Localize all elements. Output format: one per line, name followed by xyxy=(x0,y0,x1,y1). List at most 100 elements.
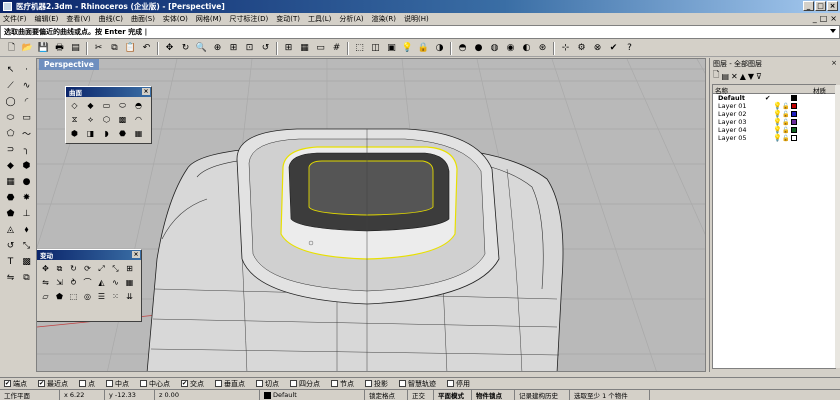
menu-edit[interactable]: 编辑(E) xyxy=(35,14,59,24)
construction-plane-icon[interactable]: ▭ xyxy=(313,41,328,56)
child-restore-button[interactable]: □ xyxy=(820,14,828,23)
menu-dimension[interactable]: 尺寸标注(D) xyxy=(229,14,268,24)
osnap-option[interactable]: 中心点 xyxy=(140,379,170,389)
child-close-button[interactable]: × xyxy=(830,14,837,23)
layer-row[interactable]: Layer 03 💡 🔓 xyxy=(713,118,835,126)
menu-mesh[interactable]: 网格(M) xyxy=(196,14,222,24)
scale-2d-icon[interactable]: ⤡ xyxy=(109,262,122,275)
scale-1d-icon[interactable]: ⤢ xyxy=(95,262,108,275)
cut-icon[interactable]: ✂ xyxy=(91,41,106,56)
zoom-icon[interactable]: 🔍 xyxy=(194,41,209,56)
mesh-icon[interactable]: ⬟ xyxy=(3,206,18,221)
flow-icon[interactable]: ∿ xyxy=(109,276,122,289)
environment-icon[interactable]: ◐ xyxy=(519,41,534,56)
menu-curve[interactable]: 曲线(C) xyxy=(99,14,123,24)
offset-icon[interactable]: ⊃ xyxy=(3,142,18,157)
osnap-option[interactable]: 点 xyxy=(79,379,95,389)
fillet-icon[interactable]: ╮ xyxy=(19,142,34,157)
plugin-icon[interactable]: ⊗ xyxy=(590,41,605,56)
menu-solid[interactable]: 实体(O) xyxy=(163,14,188,24)
maximize-button[interactable]: □ xyxy=(815,1,826,11)
layer-visible-bulb-icon[interactable]: 💡 xyxy=(773,126,782,134)
osnap-option[interactable]: ✔ 最近点 xyxy=(38,379,68,389)
surface-revolve-icon[interactable]: ◓ xyxy=(132,99,145,112)
point-icon[interactable]: · xyxy=(19,62,34,77)
dimension-icon[interactable]: ⊥ xyxy=(19,206,34,221)
undo-icon[interactable]: ↶ xyxy=(139,41,154,56)
polygon-icon[interactable]: ⬠ xyxy=(3,126,18,141)
mirror-icon[interactable]: ⇋ xyxy=(3,270,18,285)
osnap-option[interactable]: 智慧轨迹 xyxy=(399,379,436,389)
surface-panel-close-icon[interactable]: × xyxy=(142,88,150,95)
surface-icon[interactable]: ◆ xyxy=(3,158,18,173)
project-icon[interactable]: ⇊ xyxy=(123,290,136,303)
surface-network-icon[interactable]: ▩ xyxy=(116,113,129,126)
rotate-2d-icon[interactable]: ↻ xyxy=(67,262,80,275)
surface-planar-icon[interactable]: ▭ xyxy=(100,99,113,112)
status-grid-snap[interactable]: 锁定格点 xyxy=(365,389,408,400)
osnap-option[interactable]: 节点 xyxy=(331,379,354,389)
surface-unroll-icon[interactable]: ▦ xyxy=(132,127,145,140)
menu-surface[interactable]: 曲面(S) xyxy=(131,14,155,24)
layers-close-icon[interactable]: × xyxy=(831,59,837,67)
layer-lock-icon[interactable]: 🔓 xyxy=(782,103,791,110)
osnap-checkbox[interactable] xyxy=(256,380,263,387)
child-minimize-button[interactable]: _ xyxy=(813,14,817,23)
set-points-icon[interactable]: ⁙ xyxy=(109,290,122,303)
new-file-icon[interactable]: 🗋 xyxy=(4,41,19,56)
perspective-viewport[interactable]: Perspective 曲面 × ◇ ◆ ▭ ⬭ ◓ ⧖ ⟡ ⬡ ▩ ◠ ⬢ ◨… xyxy=(36,58,706,372)
split-icon[interactable]: ⬧ xyxy=(19,222,34,237)
free-curve-icon[interactable]: 〜 xyxy=(19,126,34,141)
menu-tools[interactable]: 工具(L) xyxy=(308,14,331,24)
surface-loft-icon[interactable]: ⧖ xyxy=(68,113,81,126)
osnap-checkbox[interactable]: ✔ xyxy=(181,380,188,387)
menu-analyze[interactable]: 分析(A) xyxy=(339,14,363,24)
bulb-icon[interactable]: 💡 xyxy=(400,41,415,56)
layer-filter-icon[interactable]: ⊽ xyxy=(756,72,762,81)
layer-visible-bulb-icon[interactable]: 💡 xyxy=(773,102,782,110)
osnap-option[interactable]: 切点 xyxy=(256,379,279,389)
surface-blend-icon[interactable]: ◠ xyxy=(132,113,145,126)
color-wheel-icon[interactable]: ◍ xyxy=(487,41,502,56)
zoom-extents-icon[interactable]: ⊞ xyxy=(226,41,241,56)
osnap-checkbox[interactable] xyxy=(140,380,147,387)
transform-panel-close-icon[interactable]: × xyxy=(132,251,140,258)
osnap-option[interactable]: 投影 xyxy=(365,379,388,389)
osnap-checkbox[interactable] xyxy=(331,380,338,387)
bend-icon[interactable]: ⌒ xyxy=(81,276,94,289)
rotate-icon[interactable]: ↺ xyxy=(3,238,18,253)
ellipse-icon[interactable]: ⬭ xyxy=(3,110,18,125)
move-layer-down-icon[interactable]: ▼ xyxy=(748,72,754,81)
layer-color-swatch[interactable] xyxy=(791,111,797,117)
select-icon[interactable]: ⬚ xyxy=(352,41,367,56)
surface-corner-icon[interactable]: ◇ xyxy=(68,99,81,112)
osnap-checkbox[interactable] xyxy=(215,380,222,387)
status-cplane[interactable]: 工作平面 xyxy=(0,389,60,400)
viewport-layout-icon[interactable]: ▦ xyxy=(297,41,312,56)
twist-icon[interactable]: ⥁ xyxy=(67,276,80,289)
status-current-layer[interactable]: Default xyxy=(260,389,365,400)
menu-render[interactable]: 渲染(R) xyxy=(372,14,396,24)
check-icon[interactable]: ✔ xyxy=(606,41,621,56)
layer-row[interactable]: Layer 01 💡 🔓 xyxy=(713,102,835,110)
osnap-checkbox[interactable] xyxy=(365,380,372,387)
device-model[interactable] xyxy=(146,128,564,372)
osnap-option[interactable]: 停用 xyxy=(447,379,470,389)
surface-panel-title[interactable]: 曲面 × xyxy=(66,87,151,97)
layer-lock-icon[interactable]: 🔓 xyxy=(782,111,791,118)
close-button[interactable]: × xyxy=(827,1,838,11)
orient-icon[interactable]: ⇲ xyxy=(53,276,66,289)
select-arrow-icon[interactable]: ↖ xyxy=(3,62,18,77)
surface-rail-icon[interactable]: ◨ xyxy=(84,127,97,140)
array-icon[interactable]: ▩ xyxy=(19,254,34,269)
status-planar[interactable]: 平面模式 xyxy=(434,389,472,400)
menu-help[interactable]: 说明(H) xyxy=(404,14,429,24)
smash-icon[interactable]: ⬟ xyxy=(53,290,66,303)
world-icon[interactable]: ⊛ xyxy=(535,41,550,56)
status-ortho[interactable]: 正交 xyxy=(408,389,434,400)
pan-icon[interactable]: ✥ xyxy=(162,41,177,56)
minimize-button[interactable]: _ xyxy=(803,1,814,11)
osnap-option[interactable]: ✔ 交点 xyxy=(181,379,204,389)
osnap-checkbox[interactable] xyxy=(79,380,86,387)
move-icon[interactable]: ✥ xyxy=(39,262,52,275)
